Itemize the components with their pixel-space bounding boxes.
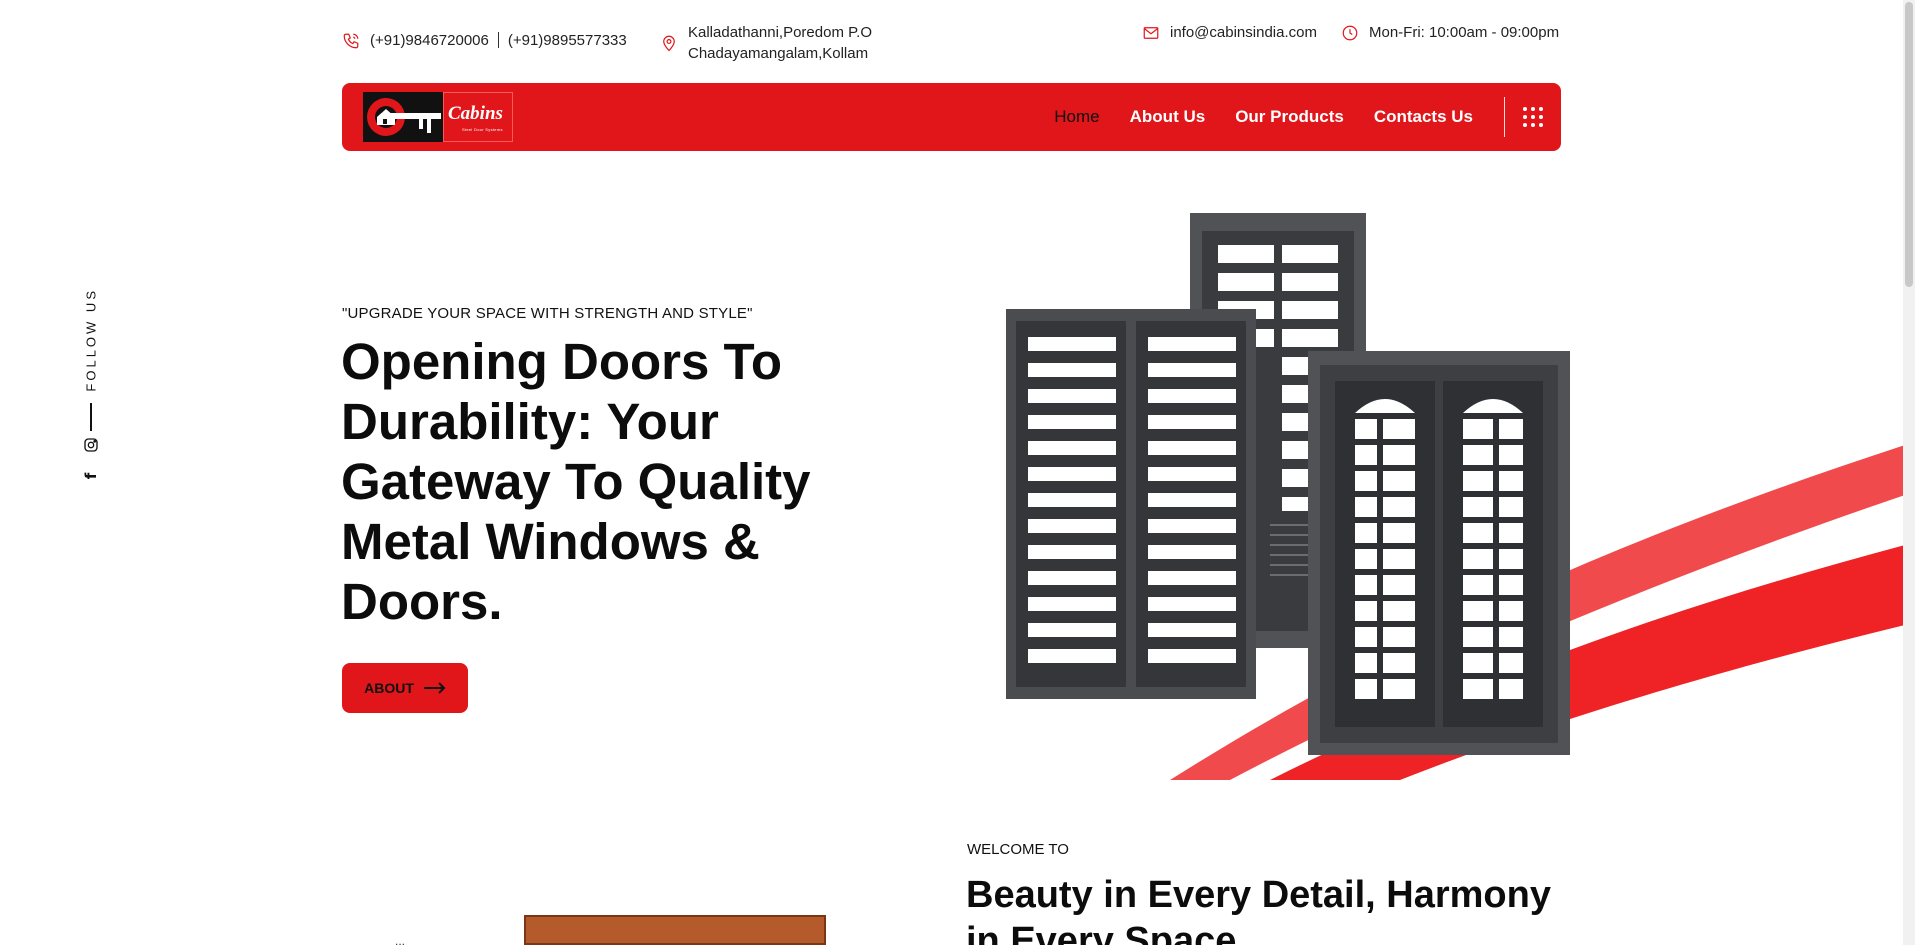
welcome-title: Beauty in Every Detail, Harmony in Every… xyxy=(966,874,1551,945)
hours-text: Mon-Fri: 10:00am - 09:00pm xyxy=(1369,24,1560,41)
window-front xyxy=(1308,351,1570,755)
window-left xyxy=(1006,309,1256,699)
nav-home[interactable]: Home xyxy=(1054,107,1099,127)
main-navbar: Cabins Steel Door Systems Home About Us … xyxy=(342,83,1561,151)
nav-menu: Home About Us Our Products Contacts Us xyxy=(1054,107,1473,127)
follow-us-sidebar: FOLLOW US xyxy=(80,288,102,488)
hero-windows-image xyxy=(1006,213,1905,780)
address-info: Kalladathanni,Poredom P.O Chadayamangala… xyxy=(660,22,872,64)
hero-tagline: "UPGRADE YOUR SPACE WITH STRENGTH AND ST… xyxy=(342,305,753,322)
location-pin-icon xyxy=(663,35,675,52)
wooden-door-image xyxy=(524,915,826,945)
nav-divider xyxy=(1504,97,1505,137)
phone-link-2[interactable]: (+91)9895577333 xyxy=(508,32,627,49)
follow-divider-line xyxy=(90,403,92,431)
email-info: info@cabinsindia.com xyxy=(1142,22,1317,43)
topbar: (+91)9846720006 (+91)9895577333 Kalladath… xyxy=(342,22,1562,66)
facebook-icon[interactable]: f xyxy=(82,469,100,483)
instagram-icon[interactable] xyxy=(83,437,99,453)
nav-contacts-us[interactable]: Contacts Us xyxy=(1374,107,1473,127)
page-scrollbar[interactable] xyxy=(1903,0,1915,945)
phone-link-1[interactable]: (+91)9846720006 xyxy=(370,32,489,49)
decorative-dots: ... xyxy=(395,934,406,945)
grid-menu-icon[interactable] xyxy=(1523,107,1543,127)
about-button-label: ABOUT xyxy=(364,680,414,696)
hero-title: Opening Doors To Durability: Your Gatewa… xyxy=(341,333,811,630)
nav-about-us[interactable]: About Us xyxy=(1130,107,1206,127)
scrollbar-thumb[interactable] xyxy=(1905,2,1913,287)
logo-subtitle: Steel Door Systems xyxy=(462,127,503,132)
follow-us-label: FOLLOW US xyxy=(83,288,99,392)
email-link[interactable]: info@cabinsindia.com xyxy=(1170,22,1317,43)
phone-separator xyxy=(497,32,499,48)
welcome-label: WELCOME TO xyxy=(967,841,1069,858)
logo-wordmark: Cabins Steel Door Systems xyxy=(443,92,513,142)
clock-icon xyxy=(1342,25,1358,41)
phone-info: (+91)9846720006 (+91)9895577333 xyxy=(342,30,627,51)
arrow-right-icon xyxy=(423,682,446,694)
address-line-2: Chadayamangalam,Kollam xyxy=(688,45,869,62)
logo-key-mark xyxy=(363,92,443,142)
hours-info: Mon-Fri: 10:00am - 09:00pm xyxy=(1341,22,1559,43)
logo[interactable]: Cabins Steel Door Systems xyxy=(363,92,513,142)
logo-word: Cabins xyxy=(448,103,503,124)
nav-our-products[interactable]: Our Products xyxy=(1235,107,1344,127)
about-button[interactable]: ABOUT xyxy=(342,663,468,713)
address-line-1: Kalladathanni,Poredom P.O xyxy=(688,24,873,41)
phone-icon xyxy=(343,33,359,49)
mail-icon xyxy=(1143,27,1159,39)
